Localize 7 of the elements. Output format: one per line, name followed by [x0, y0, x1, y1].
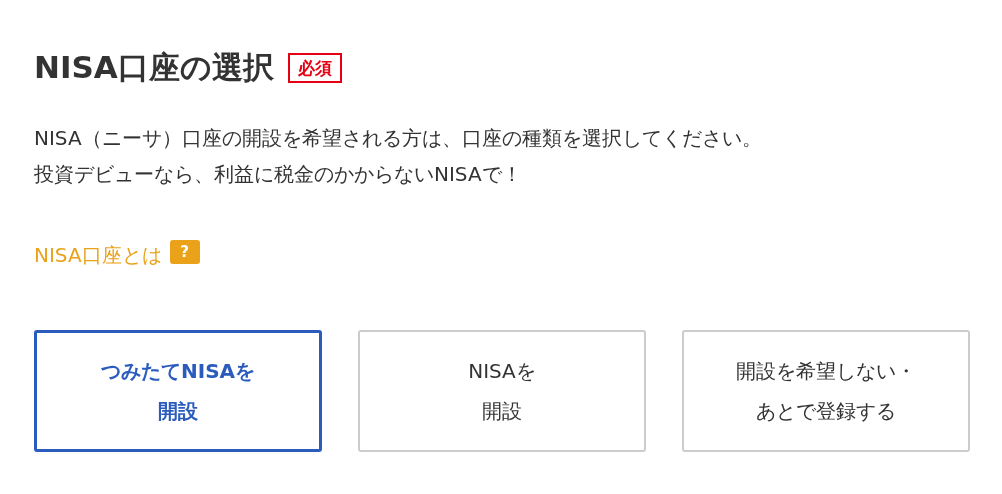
option-button[interactable]: つみたてNISAを 開設	[34, 330, 322, 452]
option-button[interactable]: 開設を希望しない・ あとで登録する	[682, 330, 970, 452]
description-text: NISA（ニーサ）口座の開設を希望される方は、口座の種類を選択してください。	[34, 125, 763, 152]
section-title: NISA口座の選択	[34, 48, 274, 87]
description-text: 投資デビューなら、利益に税金のかからないNISAで！	[34, 161, 523, 188]
option-button[interactable]: NISAを 開設	[358, 330, 646, 452]
required-badge: 必須	[287, 52, 342, 84]
